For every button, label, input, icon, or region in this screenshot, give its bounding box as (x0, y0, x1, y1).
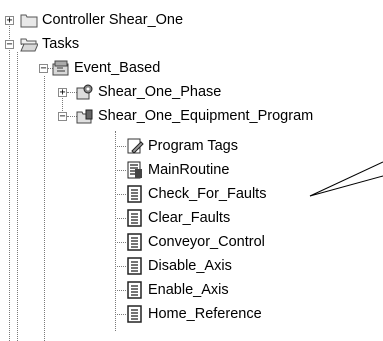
callout-lines (309, 161, 383, 197)
controller-organizer-tree: + − − + − Controller Shear_One Tasks Eve… (0, 0, 383, 341)
